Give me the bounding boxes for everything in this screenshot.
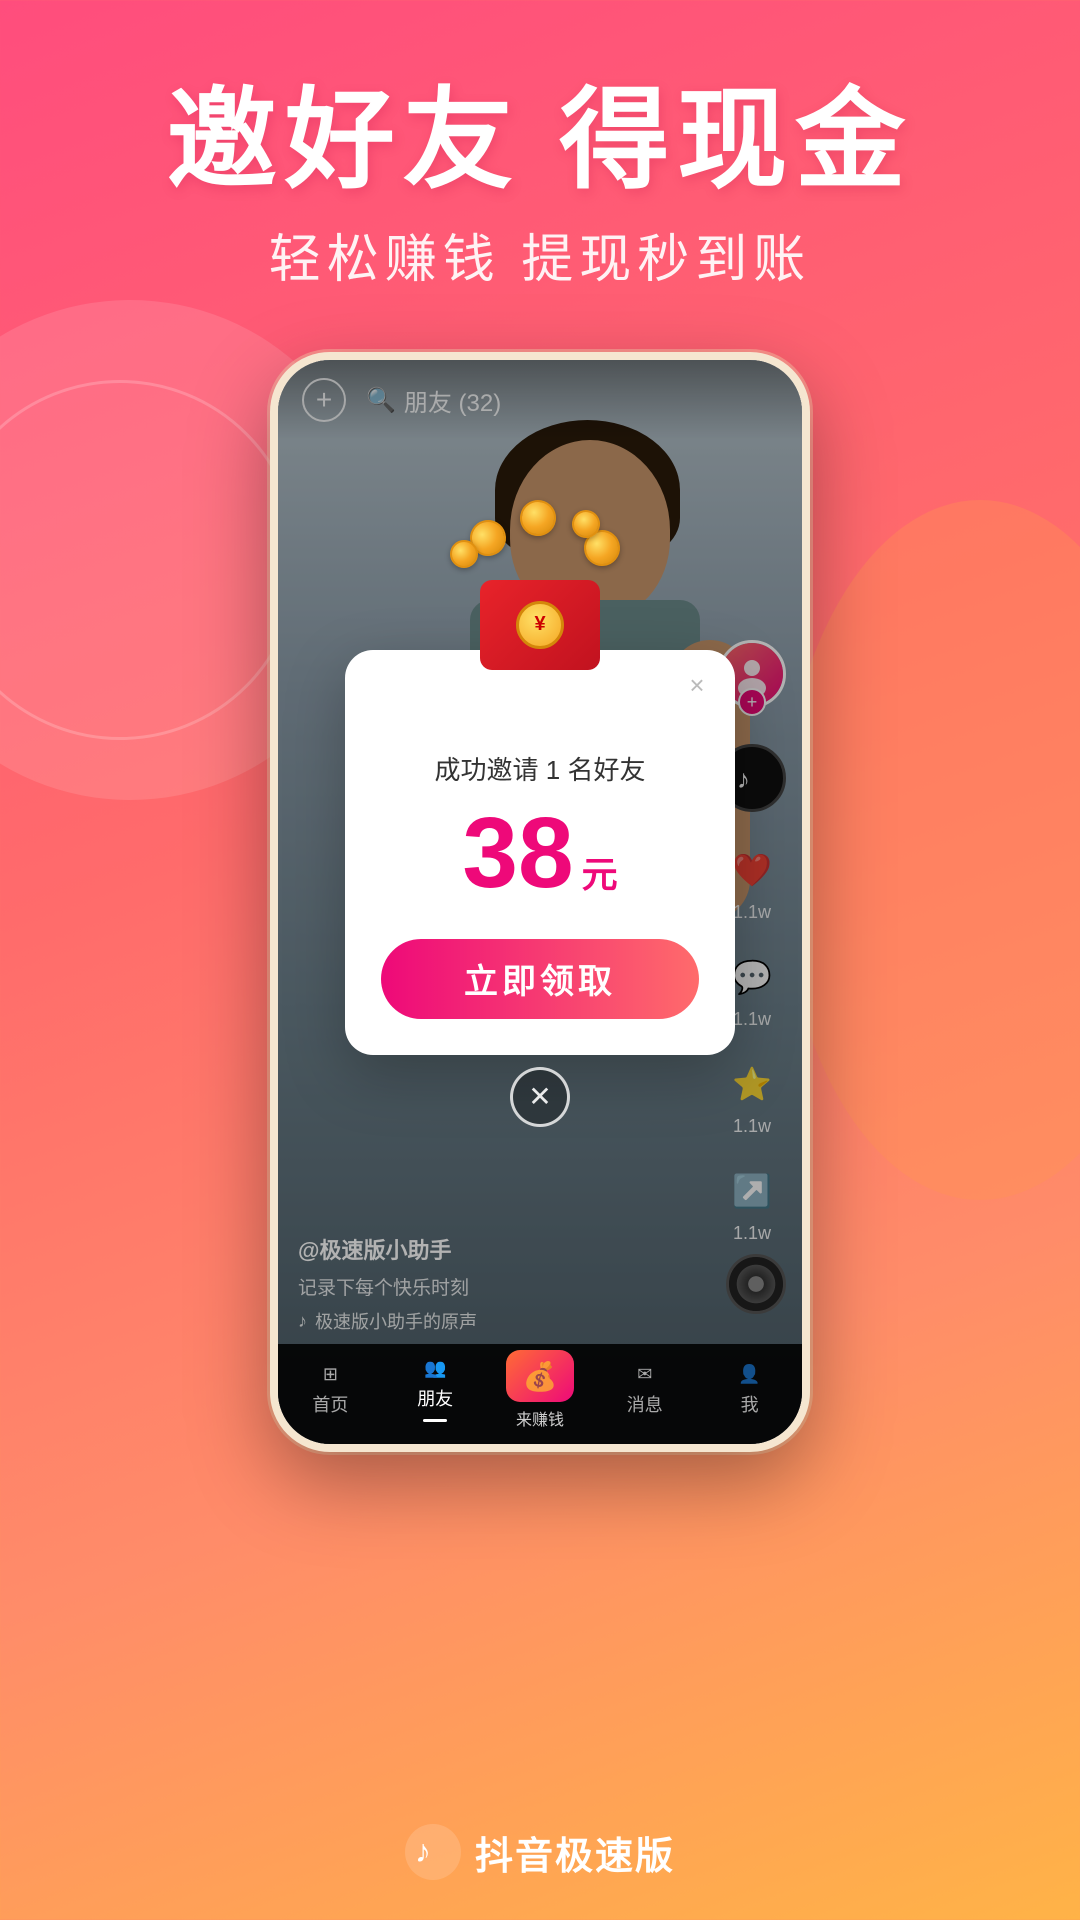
close-x-icon: × bbox=[689, 670, 704, 701]
red-env-body: ¥ bbox=[480, 580, 600, 670]
earn-badge-icon: 💰 bbox=[506, 1350, 574, 1402]
nav-item-messages[interactable]: ✉ 消息 bbox=[605, 1364, 685, 1417]
profile-icon: 👤 bbox=[738, 1364, 760, 1385]
app-name: 抖音极速版 bbox=[475, 1825, 675, 1880]
header-section: 邀好友 得现金 轻松赚钱 提现秒到账 bbox=[0, 0, 1080, 292]
nav-item-friends[interactable]: 👥 朋友 bbox=[395, 1358, 475, 1422]
nav-item-home[interactable]: ⊞ 首页 bbox=[290, 1364, 370, 1417]
popup-content: 成功邀请 1 名好友 38 元 立即领取 bbox=[345, 650, 735, 1019]
reward-popup-card: ¥ × bbox=[345, 650, 735, 1055]
coin-2 bbox=[517, 497, 559, 539]
nav-friends-label: 朋友 bbox=[417, 1385, 453, 1411]
coins-decoration: ¥ bbox=[440, 570, 640, 670]
home-icon: ⊞ bbox=[323, 1364, 338, 1385]
main-title: 邀好友 得现金 bbox=[0, 80, 1080, 201]
svg-text:♪: ♪ bbox=[415, 1833, 431, 1869]
sub-title: 轻松赚钱 提现秒到账 bbox=[0, 217, 1080, 292]
earn-badge: 💰 来赚钱 bbox=[506, 1350, 574, 1430]
phone-container: + 🔍 朋友 (32) bbox=[0, 352, 1080, 1452]
claim-reward-button[interactable]: 立即领取 bbox=[381, 939, 699, 1019]
nav-home-label: 首页 bbox=[312, 1391, 348, 1417]
message-icon: ✉ bbox=[637, 1364, 652, 1385]
red-envelope: ¥ bbox=[480, 580, 600, 670]
dismiss-x-icon: ✕ bbox=[528, 1080, 551, 1113]
popup-close-button[interactable]: × bbox=[679, 668, 715, 704]
popup-dismiss-circle[interactable]: ✕ bbox=[510, 1067, 570, 1127]
nav-profile-label: 我 bbox=[741, 1391, 759, 1417]
nav-item-earn[interactable]: 💰 来赚钱 bbox=[500, 1350, 580, 1430]
nav-item-profile[interactable]: 👤 我 bbox=[710, 1364, 790, 1417]
popup-overlay: ¥ × bbox=[278, 360, 802, 1344]
bottom-branding: ♪ 抖音极速版 bbox=[0, 1824, 1080, 1880]
phone-mockup: + 🔍 朋友 (32) bbox=[270, 352, 810, 1452]
red-env-gold-circle: ¥ bbox=[516, 601, 564, 649]
popup-amount-unit: 元 bbox=[582, 846, 618, 898]
popup-invite-text: 成功邀请 1 名好友 bbox=[381, 750, 699, 787]
popup-amount-number: 38 bbox=[462, 803, 573, 903]
phone-screen: + 🔍 朋友 (32) bbox=[278, 360, 802, 1444]
popup-amount-row: 38 元 bbox=[381, 803, 699, 903]
nav-earn-label: 来赚钱 bbox=[516, 1406, 564, 1430]
tiktok-logo: ♪ bbox=[405, 1824, 461, 1880]
coin-4 bbox=[450, 540, 478, 568]
money-bag-icon: 💰 bbox=[523, 1360, 558, 1393]
friends-nav-icon: 👥 bbox=[424, 1358, 446, 1379]
bottom-nav: ⊞ 首页 👥 朋友 💰 来赚钱 ✉ bbox=[278, 1344, 802, 1444]
nav-messages-label: 消息 bbox=[627, 1391, 663, 1417]
